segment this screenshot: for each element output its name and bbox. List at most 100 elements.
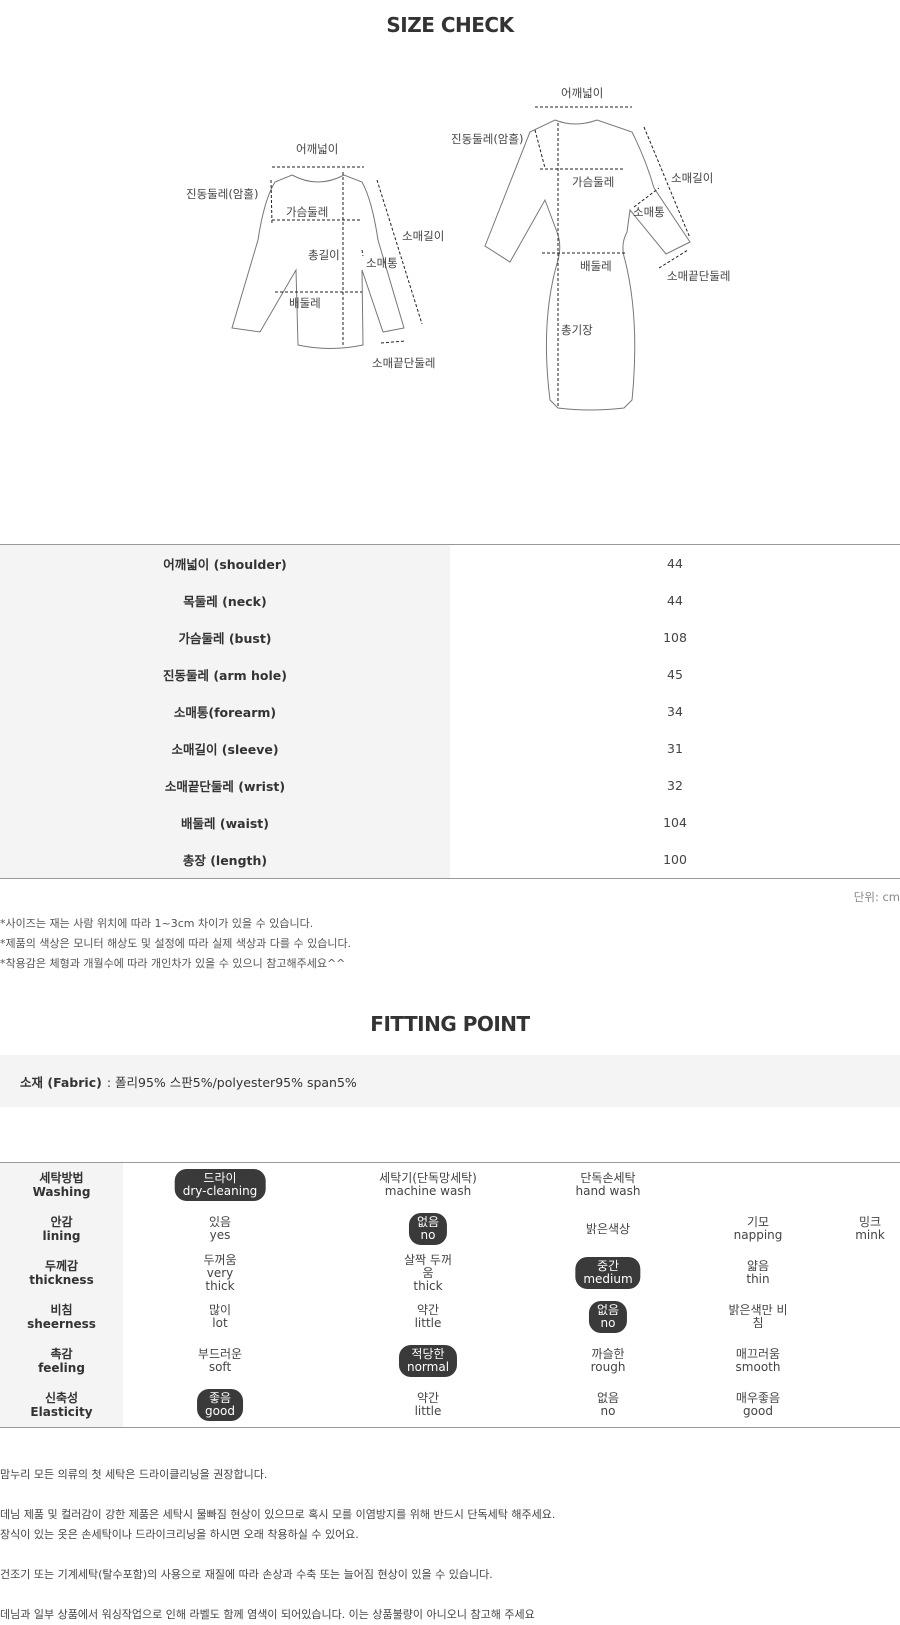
fitting-option-en: thin bbox=[746, 1272, 770, 1286]
size-row: 목둘레 (neck) 44 bbox=[0, 582, 900, 619]
fitting-option-en: normal bbox=[406, 1360, 450, 1374]
fitting-option-en: medium bbox=[583, 1272, 633, 1286]
fitting-header-ko: 세탁방법 bbox=[39, 1171, 84, 1185]
fitting-option: 세탁기(단독망세탁) machine wash bbox=[373, 1163, 483, 1207]
fitting-option-en: good bbox=[743, 1404, 773, 1418]
fitting-option-en: dry-cleaning bbox=[182, 1184, 258, 1198]
dress-cuff-label: 소매끝단둘레 bbox=[667, 269, 730, 283]
note-line: *착용감은 체형과 개월수에 따라 개인차가 있을 수 있으니 참고해주세요^^ bbox=[0, 957, 346, 970]
size-value: 104 bbox=[663, 815, 687, 830]
dress-waist-label: 배둘레 bbox=[580, 259, 612, 273]
top-bust-label: 가슴둘레 bbox=[286, 205, 328, 219]
fitting-option: 밝은색만 비 침 bbox=[722, 1295, 793, 1339]
fitting-option: 살짝 두꺼 움 thick bbox=[398, 1251, 458, 1295]
fitting-row-header: 촉감 feeling bbox=[0, 1339, 123, 1383]
size-label: 가슴둘레 (bust) bbox=[0, 619, 450, 656]
care-notes: 맘누리 모든 의류의 첫 세탁은 드라이클리닝을 권장합니다. 데님 제품 및 … bbox=[0, 1465, 900, 1625]
size-value: 31 bbox=[667, 741, 683, 756]
fitting-option-ko: 두꺼움 bbox=[203, 1252, 237, 1267]
size-label: 배둘레 (waist) bbox=[0, 804, 450, 841]
fitting-option: 얇음 thin bbox=[740, 1251, 775, 1295]
fitting-option-selected: 좋음 good bbox=[197, 1383, 243, 1427]
dress-bust-label: 가슴둘레 bbox=[572, 175, 614, 189]
fitting-option: 약간 little bbox=[409, 1295, 448, 1339]
size-row: 진동둘레 (arm hole) 45 bbox=[0, 656, 900, 693]
fitting-option-en: little bbox=[414, 1316, 442, 1330]
fitting-option-selected: 없음 no bbox=[588, 1295, 628, 1339]
dress-forearm-label: 소매통 bbox=[633, 205, 665, 219]
size-row: 소매끝단둘레 (wrist) 32 bbox=[0, 767, 900, 804]
fitting-option-ko: 밝은색만 비 침 bbox=[728, 1303, 788, 1330]
care-line: 맘누리 모든 의류의 첫 세탁은 드라이클리닝을 권장합니다. bbox=[0, 1468, 268, 1481]
care-line: 건조기 또는 기계세탁(탈수포함)의 사용으로 재질에 따라 손상과 수축 또는… bbox=[0, 1568, 493, 1581]
fitting-option-en: no bbox=[600, 1316, 616, 1330]
size-check-title: SIZE CHECK bbox=[386, 13, 514, 37]
fitting-header-en: Elasticity bbox=[30, 1405, 93, 1419]
size-value: 34 bbox=[667, 704, 683, 719]
fitting-option: 기모 napping bbox=[728, 1207, 789, 1251]
fitting-row-header: 세탁방법 Washing bbox=[0, 1163, 123, 1207]
fitting-option-selected: 적당한 normal bbox=[398, 1339, 458, 1383]
dress-shoulder-label: 어깨넓이 bbox=[561, 86, 603, 100]
fitting-option-en: little bbox=[414, 1404, 442, 1418]
fitting-option-en: smooth bbox=[735, 1360, 781, 1374]
size-row: 가슴둘레 (bust) 108 bbox=[0, 619, 900, 656]
fitting-row: 촉감 feeling 부드러운 soft 적당한 normal 까슬한 rough 매끄러움 sm… bbox=[0, 1339, 900, 1383]
fitting-option-body: 드라이 dry-cleaning bbox=[174, 1169, 266, 1201]
fitting-header-ko: 안감 bbox=[50, 1215, 73, 1229]
fitting-option-body: 얇음 thin bbox=[740, 1257, 775, 1289]
fitting-row: 세탁방법 Washing 드라이 dry-cleaning 세탁기(단독망세탁) mach… bbox=[0, 1163, 900, 1207]
fitting-option: 밝은색상 bbox=[580, 1207, 636, 1251]
fitting-point-title: FITTING POINT bbox=[370, 1012, 530, 1036]
size-value: 45 bbox=[667, 667, 683, 682]
fitting-option-body: 약간 little bbox=[409, 1389, 448, 1421]
top-armhole-label: 진동둘레(암홀) bbox=[186, 187, 258, 201]
fitting-option-body: 중간 medium bbox=[575, 1257, 641, 1289]
fitting-header-en: Washing bbox=[32, 1185, 91, 1199]
top-cuff-line bbox=[380, 340, 406, 344]
fitting-header-en: lining bbox=[42, 1229, 81, 1243]
size-label: 소매끝단둘레 (wrist) bbox=[0, 767, 450, 804]
care-line: 장식이 있는 옷은 손세탁이나 드라이크리닝을 하시면 오래 착용하실 수 있어… bbox=[0, 1528, 359, 1541]
fitting-option-body: 까슬한 rough bbox=[585, 1345, 632, 1377]
dress-length-label: 총기장 bbox=[561, 323, 593, 337]
fitting-row-header: 비침 sheerness bbox=[0, 1295, 123, 1339]
fitting-option-body: 살짝 두꺼 움 thick bbox=[398, 1251, 458, 1296]
fitting-option-en: thick bbox=[413, 1278, 443, 1293]
fitting-option-en: machine wash bbox=[384, 1184, 472, 1198]
size-value: 108 bbox=[663, 630, 687, 645]
fitting-header-en: sheerness bbox=[27, 1317, 96, 1331]
fitting-option-selected: 없음 no bbox=[408, 1207, 448, 1251]
size-value: 32 bbox=[667, 778, 683, 793]
size-value: 44 bbox=[667, 593, 683, 608]
fitting-option: 까슬한 rough bbox=[585, 1339, 632, 1383]
size-label: 소매길이 (sleeve) bbox=[0, 730, 450, 767]
care-line: 데님 제품 및 컬러감이 강한 제품은 세탁시 물빠짐 현상이 있으므로 혹시 … bbox=[0, 1508, 556, 1521]
fitting-option-en: rough bbox=[590, 1360, 626, 1374]
size-label: 목둘레 (neck) bbox=[0, 582, 450, 619]
note-line: *사이즈는 재는 사람 위치에 따라 1~3cm 차이가 있을 수 있습니다. bbox=[0, 917, 314, 930]
fitting-header-ko: 촉감 bbox=[50, 1347, 73, 1361]
fitting-option-body: 많이 lot bbox=[203, 1301, 237, 1333]
fitting-header-en: feeling bbox=[38, 1361, 85, 1375]
fitting-row: 비침 sheerness 많이 lot 약간 little 없음 no 밝은색만 비 침 bbox=[0, 1295, 900, 1339]
fitting-option: 밍크 mink bbox=[849, 1207, 891, 1251]
fitting-option-body: 약간 little bbox=[409, 1301, 448, 1333]
fitting-option-body: 세탁기(단독망세탁) machine wash bbox=[373, 1169, 483, 1201]
top-shoulder-label: 어깨넓이 bbox=[296, 142, 338, 156]
fitting-option: 단독손세탁 hand wash bbox=[569, 1163, 646, 1207]
fitting-row: 신축성 Elasticity 좋음 good 약간 little 없음 no 매우좋음 good bbox=[0, 1383, 900, 1427]
fitting-option-en: lot bbox=[212, 1316, 228, 1330]
fitting-header-ko: 비침 bbox=[50, 1303, 73, 1317]
size-row: 소매통(forearm) 34 bbox=[0, 693, 900, 730]
size-row: 어깨넓이 (shoulder) 44 bbox=[0, 545, 900, 582]
size-value: 44 bbox=[667, 556, 683, 571]
size-row: 배둘레 (waist) 104 bbox=[0, 804, 900, 841]
size-row: 총장 (length) 100 bbox=[0, 841, 900, 878]
fitting-header-en: thickness bbox=[29, 1273, 94, 1287]
fitting-option: 두꺼움 very thick bbox=[197, 1251, 242, 1295]
dress-cuff-line bbox=[658, 249, 689, 269]
note-line: *제품의 색상은 모니터 해상도 및 설정에 따라 실제 색상과 다를 수 있습… bbox=[0, 937, 352, 950]
top-sleeve-line bbox=[376, 179, 423, 325]
size-label: 소매통(forearm) bbox=[0, 693, 450, 730]
